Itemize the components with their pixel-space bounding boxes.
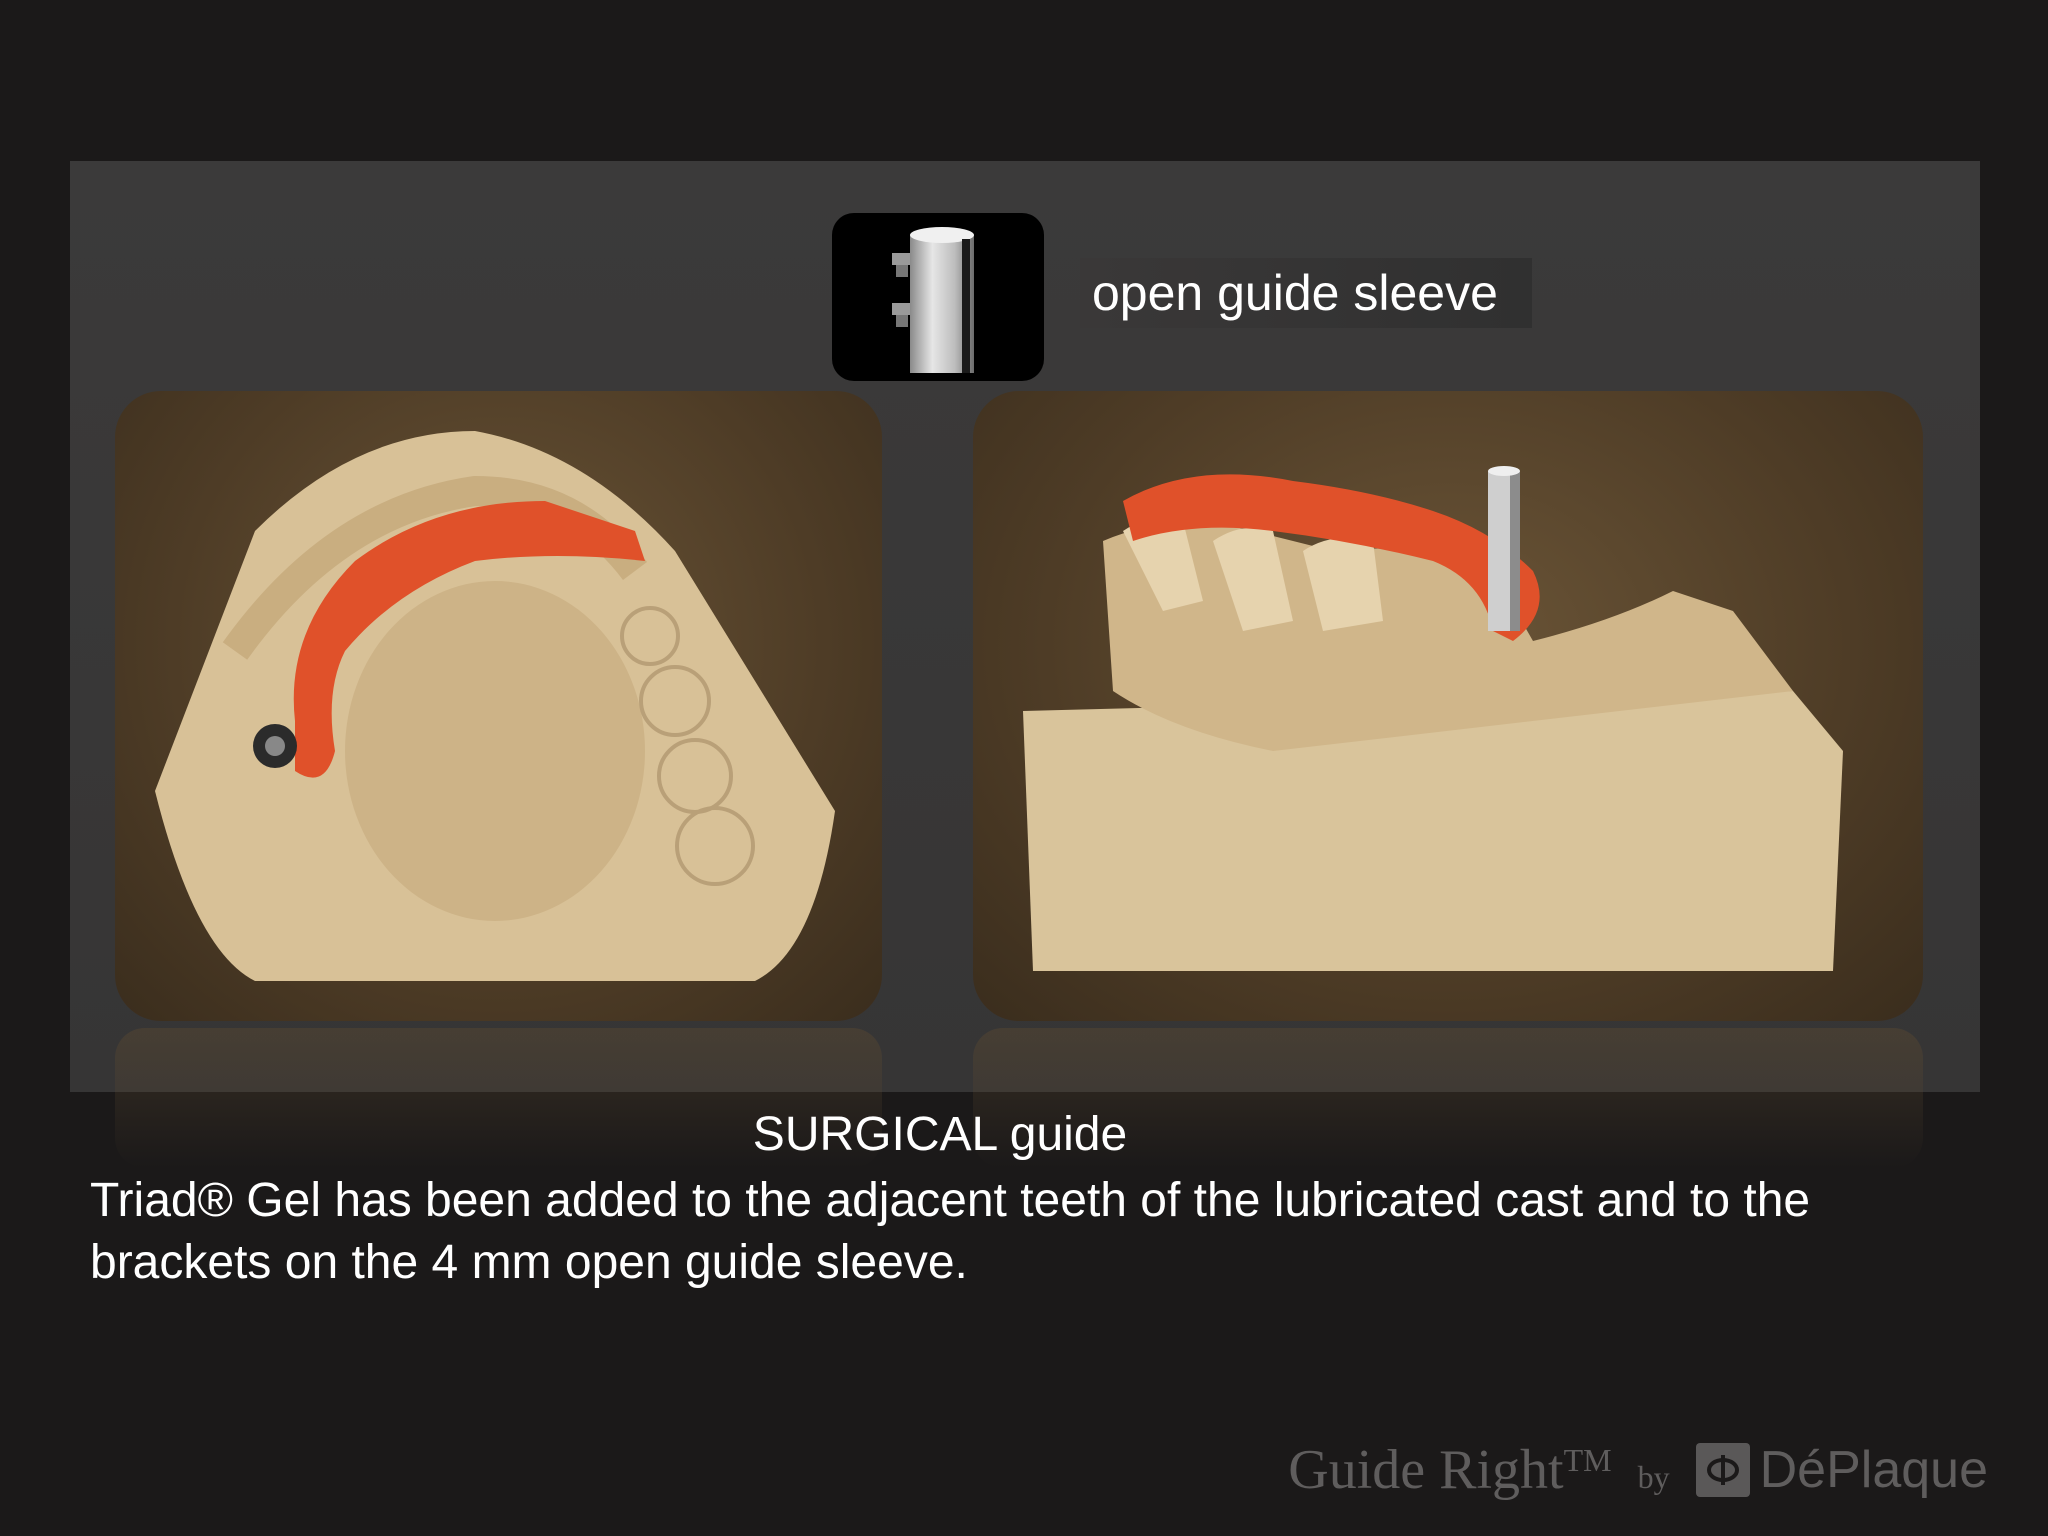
- by-text: by: [1637, 1458, 1670, 1495]
- caption-title: SURGICAL guide: [752, 1108, 1128, 1161]
- brand-logo: Guide RightTM: [1288, 1438, 1611, 1502]
- brand-name: Guide Right: [1288, 1439, 1564, 1501]
- dental-cast-side-photo: [973, 391, 1923, 1021]
- caption-body: Triad® Gel has been added to the adjacen…: [90, 1174, 1811, 1289]
- open-guide-sleeve-icon: [832, 213, 1044, 381]
- company-name: DéPlaque: [1759, 1441, 1988, 1499]
- trademark: TM: [1563, 1442, 1612, 1478]
- deplaque-mark-icon: [1695, 1443, 1750, 1497]
- sleeve-label: open guide sleeve: [1080, 258, 1532, 328]
- deplaque-logo: DéPlaque: [1695, 1440, 1988, 1500]
- footer-branding: Guide RightTM by DéPlaque: [1288, 1430, 1988, 1510]
- dental-cast-occlusal-photo: [115, 391, 882, 1021]
